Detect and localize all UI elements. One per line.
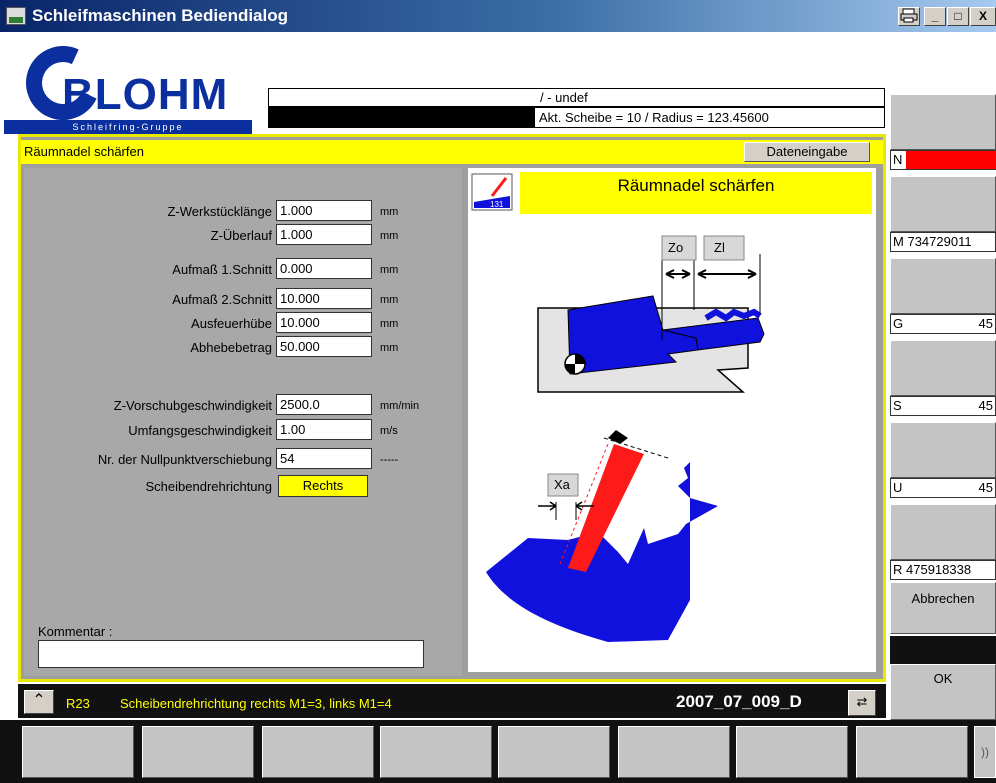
s-field-key: S <box>893 398 902 413</box>
softkey-8[interactable] <box>856 726 968 778</box>
n-status-indicator <box>906 151 996 169</box>
z-feed-rate-input[interactable]: 2500.0 <box>276 394 372 415</box>
field-label: Nr. der Nullpunktverschiebung <box>97 452 272 467</box>
switch-icon[interactable]: ⇄ <box>848 690 876 716</box>
header-program-line: / - undef <box>268 88 885 107</box>
zo-label: Zo <box>668 240 684 255</box>
softkey-3[interactable] <box>262 726 374 778</box>
cancel-button[interactable]: Abbrechen <box>890 582 996 634</box>
softkey-2[interactable] <box>142 726 254 778</box>
zero-offset-number-input[interactable]: 54 <box>276 448 372 469</box>
program-id: 2007_07_009_D <box>676 692 802 711</box>
maximize-button[interactable]: □ <box>947 7 969 26</box>
circumferential-speed-input[interactable]: 1.00 <box>276 419 372 440</box>
field-unit: m/s <box>380 425 398 437</box>
svg-text:131: 131 <box>490 200 504 209</box>
header-divider <box>268 107 534 128</box>
xa-label: Xa <box>554 477 570 492</box>
app-icon <box>6 7 26 25</box>
u-field: U 45 <box>890 478 996 498</box>
spark-out-strokes-input[interactable]: 10.000 <box>276 312 372 333</box>
ok-button[interactable]: OK <box>890 664 996 720</box>
comment-input[interactable] <box>38 640 424 668</box>
softkey-4[interactable] <box>380 726 492 778</box>
form-panel <box>24 168 462 676</box>
illustration-title: Räumnadel schärfen <box>617 176 775 195</box>
m-field: M 734729011 <box>890 232 996 252</box>
field-unit: mm <box>380 342 399 354</box>
softkey-6[interactable] <box>618 726 730 778</box>
side-softkey-1[interactable] <box>890 94 996 150</box>
field-label: Ausfeuerhübe <box>191 316 272 331</box>
field-unit: mm <box>380 206 399 218</box>
zl-label: Zl <box>714 240 725 255</box>
field-label: Z-Werkstücklänge <box>167 204 272 219</box>
n-field-key: N <box>893 152 903 167</box>
side-softkey-5[interactable] <box>890 422 996 478</box>
field-label: Aufmaß 2.Schnitt <box>172 292 272 307</box>
s-field-value: 45 <box>978 398 993 413</box>
wheel-front-view <box>486 430 718 642</box>
field-unit: mm <box>380 294 399 306</box>
close-button[interactable]: X <box>970 7 996 26</box>
comment-label: Kommentar : <box>38 624 113 639</box>
g-field-key: G <box>893 316 904 331</box>
s-field: S 45 <box>890 396 996 416</box>
window-title: Schleifmaschinen Bediendialog <box>32 6 289 25</box>
side-divider <box>890 636 996 664</box>
field-label: Scheibendrehrichtung <box>145 479 272 494</box>
field-unit: mm <box>380 318 399 330</box>
logo-subtitle: Schleifring-Gruppe <box>4 120 252 134</box>
r-field-key: R <box>893 562 903 577</box>
z-workpiece-length-input[interactable]: 1.000 <box>276 200 372 221</box>
u-field-value: 45 <box>978 480 993 495</box>
frame-title: Räumnadel schärfen <box>24 144 144 159</box>
g-field-value: 45 <box>978 316 993 331</box>
allowance-cut2-input[interactable]: 10.000 <box>276 288 372 309</box>
field-unit: mm <box>380 264 399 276</box>
softkey-7[interactable] <box>736 726 848 778</box>
side-softkey-2[interactable] <box>890 176 996 232</box>
field-label: Z-Vorschubgeschwindigkeit <box>113 398 272 413</box>
m-field-key: M <box>893 234 904 249</box>
softkey-1[interactable] <box>22 726 134 778</box>
side-softkey-3[interactable] <box>890 258 996 314</box>
logo: BLOHM <box>15 35 268 132</box>
u-field-key: U <box>893 480 903 495</box>
status-message: Scheibendrehrichtung rechts M1=3, links … <box>120 696 392 711</box>
softkey-5[interactable] <box>498 726 610 778</box>
field-unit: mm/min <box>380 400 420 412</box>
z-overrun-input[interactable]: 1.000 <box>276 224 372 245</box>
field-label: Abhebebetrag <box>190 340 272 355</box>
softkey-more[interactable]: )) <box>974 726 996 778</box>
field-label: Z-Überlauf <box>210 228 272 243</box>
print-icon[interactable] <box>898 7 920 26</box>
wheel-direction-button[interactable]: Rechts <box>278 475 368 497</box>
r-field: R 475918338 <box>890 560 996 580</box>
expand-up-icon[interactable]: ⌃ <box>24 690 54 714</box>
field-label: Umfangsgeschwindigkeit <box>128 423 272 438</box>
status-code: R23 <box>66 696 90 711</box>
m-field-value: 734729011 <box>907 234 972 249</box>
broach-side-view <box>537 238 765 393</box>
side-softkey-6[interactable] <box>890 504 996 560</box>
r-field-value: 475918338 <box>906 562 972 577</box>
lift-off-amount-input[interactable]: 50.000 <box>276 336 372 357</box>
field-unit: mm <box>380 230 399 242</box>
minimize-button[interactable]: _ <box>924 7 946 26</box>
field-unit: ----- <box>380 454 399 466</box>
g-field: G 45 <box>890 314 996 334</box>
side-softkey-4[interactable] <box>890 340 996 396</box>
allowance-cut1-input[interactable]: 0.000 <box>276 258 372 279</box>
logo-brand: BLOHM <box>62 70 229 119</box>
data-entry-button[interactable]: Dateneingabe <box>744 142 870 162</box>
broach-sharpen-icon: 131 <box>470 172 514 212</box>
header-wheel-info: Akt. Scheibe = 10 / Radius = 123.45600 <box>534 107 885 128</box>
field-label: Aufmaß 1.Schnitt <box>172 262 272 277</box>
